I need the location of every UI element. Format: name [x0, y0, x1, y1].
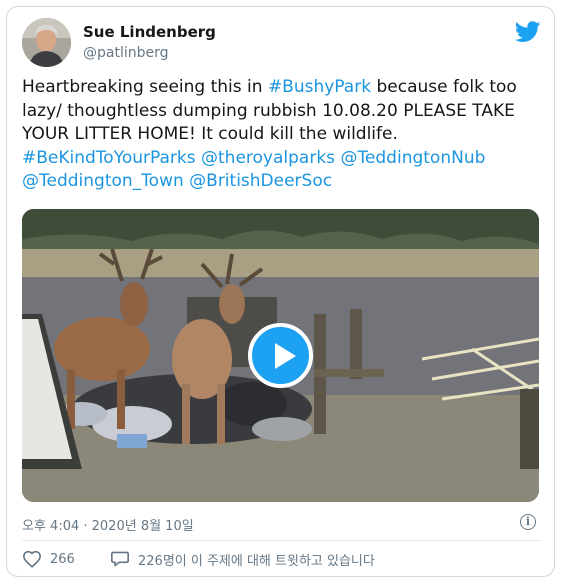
tweet-text: Heartbreaking seeing this in #BushyPark …	[22, 76, 542, 194]
speech-bubble-icon	[111, 551, 129, 567]
video-player[interactable]	[22, 209, 539, 502]
play-button[interactable]	[248, 323, 313, 388]
twitter-bird-icon[interactable]	[514, 21, 541, 43]
mention-link[interactable]: @theroyalparks	[201, 148, 335, 168]
mention-link[interactable]: @Teddington_Town	[22, 171, 184, 191]
avatar[interactable]	[22, 18, 71, 67]
user-handle[interactable]: @patlinberg	[83, 45, 169, 61]
tweet-text-segment: Heartbreaking seeing this in	[22, 77, 268, 97]
heart-icon	[22, 550, 42, 568]
tweet-timestamp[interactable]: 오후 4:04 · 2020년 8월 10일	[22, 515, 194, 534]
info-icon[interactable]: i	[520, 514, 536, 530]
hashtag-link[interactable]: #BeKindToYourParks	[22, 148, 196, 168]
divider	[22, 540, 541, 541]
conversation-text: 226명이 이 주제에 대해 트윗하고 있습니다	[138, 553, 375, 569]
play-icon	[275, 343, 296, 369]
mention-link[interactable]: @BritishDeerSoc	[189, 171, 332, 191]
like-button[interactable]: 266	[22, 548, 75, 570]
conversation-link[interactable]: 226명이 이 주제에 대해 트윗하고 있습니다	[110, 548, 375, 570]
hashtag-link[interactable]: #BushyPark	[268, 77, 371, 97]
like-count: 266	[50, 551, 75, 567]
mention-link[interactable]: @TeddingtonNub	[340, 148, 485, 168]
tweet-card: Sue Lindenberg @patlinberg Heartbreaking…	[6, 6, 555, 577]
user-name[interactable]: Sue Lindenberg	[83, 23, 216, 41]
